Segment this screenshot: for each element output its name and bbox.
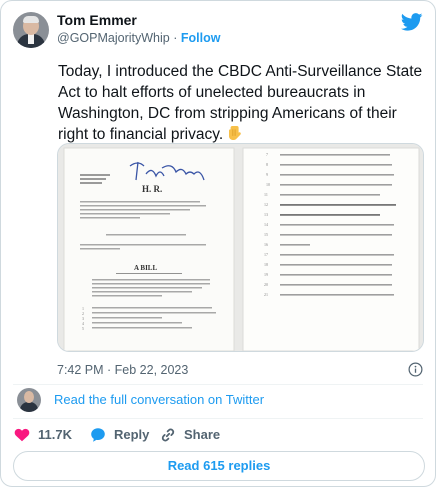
separator-dot: · xyxy=(173,31,178,45)
right-line-number: 18 xyxy=(264,262,268,267)
right-line-number: 9 xyxy=(266,172,268,177)
read-full-conversation-link[interactable]: Read the full conversation on Twitter xyxy=(54,392,264,407)
author-avatar[interactable] xyxy=(13,12,49,48)
right-line-number: 11 xyxy=(264,192,268,197)
bill-number: H. R. xyxy=(142,184,162,194)
read-replies-button[interactable]: Read 615 replies xyxy=(13,451,425,481)
author-name[interactable]: Tom Emmer xyxy=(57,12,137,28)
right-line-number: 14 xyxy=(264,222,268,227)
author-handle-row: @GOPMajorityWhip · Follow xyxy=(57,31,220,45)
divider xyxy=(13,384,423,385)
tweet-text: Today, I introduced the CBDC Anti-Survei… xyxy=(58,61,428,145)
tweet-timestamp[interactable]: 7:42 PM · Feb 22, 2023 xyxy=(57,363,188,377)
author-handle[interactable]: @GOPMajorityWhip xyxy=(57,31,170,45)
embedded-tweet-card: Tom Emmer @GOPMajorityWhip · Follow Toda… xyxy=(0,0,436,487)
divider xyxy=(13,418,423,419)
left-line-number: 5 xyxy=(82,326,84,331)
reply-button[interactable]: Reply xyxy=(90,427,150,443)
right-line-number: 12 xyxy=(264,202,268,207)
share-button[interactable]: Share xyxy=(160,427,220,443)
reply-label: Reply xyxy=(114,427,150,442)
right-line-number: 16 xyxy=(264,242,268,247)
right-line-number: 10 xyxy=(266,182,270,187)
right-line-number: 7 xyxy=(266,152,268,157)
bill-document-photo: H. R. A BILL 1 2 3 4 5 7 8 9 10 11 12 13… xyxy=(58,144,423,351)
attached-bill-image[interactable]: H. R. A BILL 1 2 3 4 5 7 8 9 10 11 12 13… xyxy=(57,143,424,352)
pointing-down-emoji xyxy=(229,126,242,140)
right-line-number: 15 xyxy=(264,232,268,237)
like-button[interactable]: 11.7K xyxy=(14,427,76,443)
right-line-number: 21 xyxy=(264,292,268,297)
right-line-number: 19 xyxy=(264,272,268,277)
follow-link[interactable]: Follow xyxy=(181,31,221,45)
right-line-number: 8 xyxy=(266,162,268,167)
author-avatar-small[interactable] xyxy=(17,388,41,412)
info-icon[interactable] xyxy=(408,362,423,377)
share-link-icon xyxy=(161,428,175,442)
share-label: Share xyxy=(184,427,221,442)
right-line-number: 17 xyxy=(264,252,268,257)
bill-type: A BILL xyxy=(134,264,157,272)
heart-icon xyxy=(14,428,30,442)
right-line-number: 20 xyxy=(264,282,268,287)
right-line-number: 13 xyxy=(264,212,268,217)
reply-icon xyxy=(91,428,105,442)
twitter-bird-icon[interactable] xyxy=(401,13,423,31)
like-count: 11.7K xyxy=(38,427,72,442)
